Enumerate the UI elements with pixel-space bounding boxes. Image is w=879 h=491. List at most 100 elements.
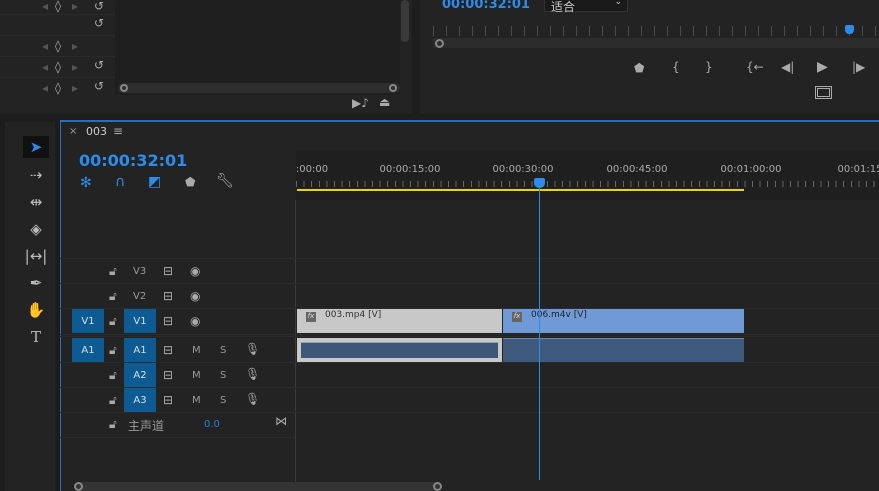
effect-controls-panel: ◂ ◊ ▸ ↺ ↺ ◂ ◊ ▸ ◂ ◊ ▸ ↺ ◂ ◊ ▸ ↺ ▶♪ ⏏ xyxy=(0,0,412,114)
solo-button[interactable]: S xyxy=(220,345,226,356)
vertical-scrollbar[interactable] xyxy=(401,0,409,42)
razor-tool-icon[interactable]: ◈ xyxy=(23,218,49,240)
sync-lock-icon[interactable]: ⊟ xyxy=(163,265,173,277)
eye-icon[interactable]: ◉ xyxy=(190,290,200,302)
sync-lock-icon[interactable]: ⊟ xyxy=(163,369,173,381)
microphone-icon[interactable]: 🎙︎ xyxy=(245,343,260,355)
monitor-ruler[interactable] xyxy=(433,26,879,36)
track-target-v1[interactable]: V1 xyxy=(124,309,156,333)
reset-icon[interactable]: ↺ xyxy=(94,17,104,29)
work-area-bar[interactable] xyxy=(297,189,744,191)
reset-icon[interactable]: ↺ xyxy=(94,59,104,71)
prev-keyframe-icon[interactable]: ◂ xyxy=(42,82,48,94)
hand-tool-icon[interactable]: ✋ xyxy=(23,299,49,321)
horizontal-scrollbar[interactable] xyxy=(118,83,400,93)
source-patch-a1[interactable]: A1 xyxy=(72,338,104,362)
add-keyframe-icon[interactable]: ◊ xyxy=(55,0,61,12)
marker-icon[interactable]: ⬟ xyxy=(634,62,644,74)
master-volume-value[interactable]: 0.0 xyxy=(204,419,220,430)
step-back-icon[interactable]: ◀| xyxy=(781,61,794,73)
step-forward-icon[interactable]: |▶ xyxy=(852,61,865,73)
sync-lock-icon[interactable]: ⊟ xyxy=(163,344,173,356)
bowtie-icon[interactable]: ⋈ xyxy=(275,415,287,427)
lock-icon[interactable]: 🔓︎ xyxy=(109,369,117,381)
next-keyframe-icon[interactable]: ▸ xyxy=(72,82,78,94)
type-tool-icon[interactable]: T xyxy=(23,326,49,348)
nest-icon[interactable]: ✻ xyxy=(80,176,92,190)
monitor-playhead[interactable] xyxy=(845,25,854,34)
eye-icon[interactable]: ◉ xyxy=(190,315,200,327)
video-clip[interactable]: fx 003.mp4 [V] xyxy=(297,309,502,333)
export-icon[interactable]: ⏏ xyxy=(379,96,390,108)
playhead-line[interactable] xyxy=(539,185,540,480)
timeline-timecode[interactable]: 00:00:32:01 xyxy=(79,151,187,170)
add-keyframe-icon[interactable]: ◊ xyxy=(55,40,61,52)
playhead-handle[interactable] xyxy=(534,178,545,188)
linked-selection-icon[interactable]: ◩ xyxy=(148,175,161,189)
safe-margins-icon[interactable] xyxy=(815,86,832,99)
scroll-handle-left[interactable] xyxy=(74,482,83,491)
solo-button[interactable]: S xyxy=(220,370,226,381)
lock-icon[interactable]: 🔓︎ xyxy=(109,394,117,406)
solo-button[interactable]: S xyxy=(220,395,226,406)
monitor-scrollbar[interactable] xyxy=(433,38,879,48)
scroll-handle[interactable] xyxy=(435,39,444,48)
add-keyframe-icon[interactable]: ◊ xyxy=(55,82,61,94)
selection-tool-icon[interactable]: ➤ xyxy=(23,136,49,158)
sequence-tab[interactable]: 003 xyxy=(86,125,107,138)
lock-icon[interactable]: 🔓︎ xyxy=(109,344,117,356)
audio-clip[interactable] xyxy=(297,338,502,362)
close-tab-icon[interactable]: × xyxy=(69,126,77,137)
ripple-edit-tool-icon[interactable]: ⇹ xyxy=(23,191,49,213)
reset-icon[interactable]: ↺ xyxy=(94,0,104,12)
next-keyframe-icon[interactable]: ▸ xyxy=(72,61,78,73)
fx-badge: fx xyxy=(512,312,522,322)
scroll-handle-right[interactable] xyxy=(433,482,442,491)
track-target-a2[interactable]: A2 xyxy=(124,363,156,387)
add-marker-icon[interactable]: ⬟ xyxy=(185,176,195,188)
prev-keyframe-icon[interactable]: ◂ xyxy=(42,0,48,12)
prev-keyframe-icon[interactable]: ◂ xyxy=(42,40,48,52)
sync-lock-icon[interactable]: ⊟ xyxy=(163,315,173,327)
sync-lock-icon[interactable]: ⊟ xyxy=(163,394,173,406)
lock-icon[interactable]: 🔓︎ xyxy=(109,315,117,327)
eye-icon[interactable]: ◉ xyxy=(190,265,200,277)
sync-lock-icon[interactable]: ⊟ xyxy=(163,290,173,302)
next-keyframe-icon[interactable]: ▸ xyxy=(72,0,78,12)
prev-keyframe-icon[interactable]: ◂ xyxy=(42,61,48,73)
track-target-a3[interactable]: A3 xyxy=(124,388,156,412)
timeline-scrollbar[interactable] xyxy=(74,482,440,491)
track-select-tool-icon[interactable]: ⇢ xyxy=(23,164,49,186)
mute-button[interactable]: M xyxy=(192,370,201,381)
fit-select-value: 适合 xyxy=(551,0,576,14)
program-timecode[interactable]: 00:00:32:01 xyxy=(442,0,530,12)
mute-button[interactable]: M xyxy=(192,345,201,356)
lock-icon[interactable]: 🔓︎ xyxy=(109,418,117,430)
lock-icon[interactable]: 🔓︎ xyxy=(109,265,117,277)
snap-magnet-icon[interactable]: ∩ xyxy=(115,175,125,189)
mute-button[interactable]: M xyxy=(192,395,201,406)
microphone-icon[interactable]: 🎙︎ xyxy=(245,393,260,405)
time-ruler[interactable] xyxy=(296,150,879,200)
wrench-icon[interactable]: 🔧︎ xyxy=(216,174,234,188)
track-target-a1[interactable]: A1 xyxy=(124,338,156,362)
microphone-icon[interactable]: 🎙︎ xyxy=(245,368,260,380)
next-keyframe-icon[interactable]: ▸ xyxy=(72,40,78,52)
slip-tool-icon[interactable]: |↔| xyxy=(23,245,49,267)
source-patch-v1[interactable]: V1 xyxy=(72,309,104,333)
panel-menu-icon[interactable]: ≡ xyxy=(113,124,123,138)
go-to-in-icon[interactable]: {← xyxy=(746,61,764,73)
play-audio-icon[interactable]: ▶♪ xyxy=(352,97,369,109)
mark-out-icon[interactable]: } xyxy=(705,61,713,73)
pen-tool-icon[interactable]: ✒ xyxy=(23,272,49,294)
add-keyframe-icon[interactable]: ◊ xyxy=(55,61,61,73)
scroll-handle-left[interactable] xyxy=(120,84,128,92)
mark-in-icon[interactable]: { xyxy=(672,61,680,73)
play-icon[interactable]: ▶ xyxy=(817,60,828,74)
fx-badge: fx xyxy=(306,312,316,322)
fit-select[interactable]: 适合 ⌄ xyxy=(544,0,628,14)
lock-icon[interactable]: 🔓︎ xyxy=(109,290,117,302)
scroll-handle-right[interactable] xyxy=(389,84,397,92)
reset-icon[interactable]: ↺ xyxy=(94,80,104,92)
ruler-label: 00:00:15:00 xyxy=(379,164,441,175)
